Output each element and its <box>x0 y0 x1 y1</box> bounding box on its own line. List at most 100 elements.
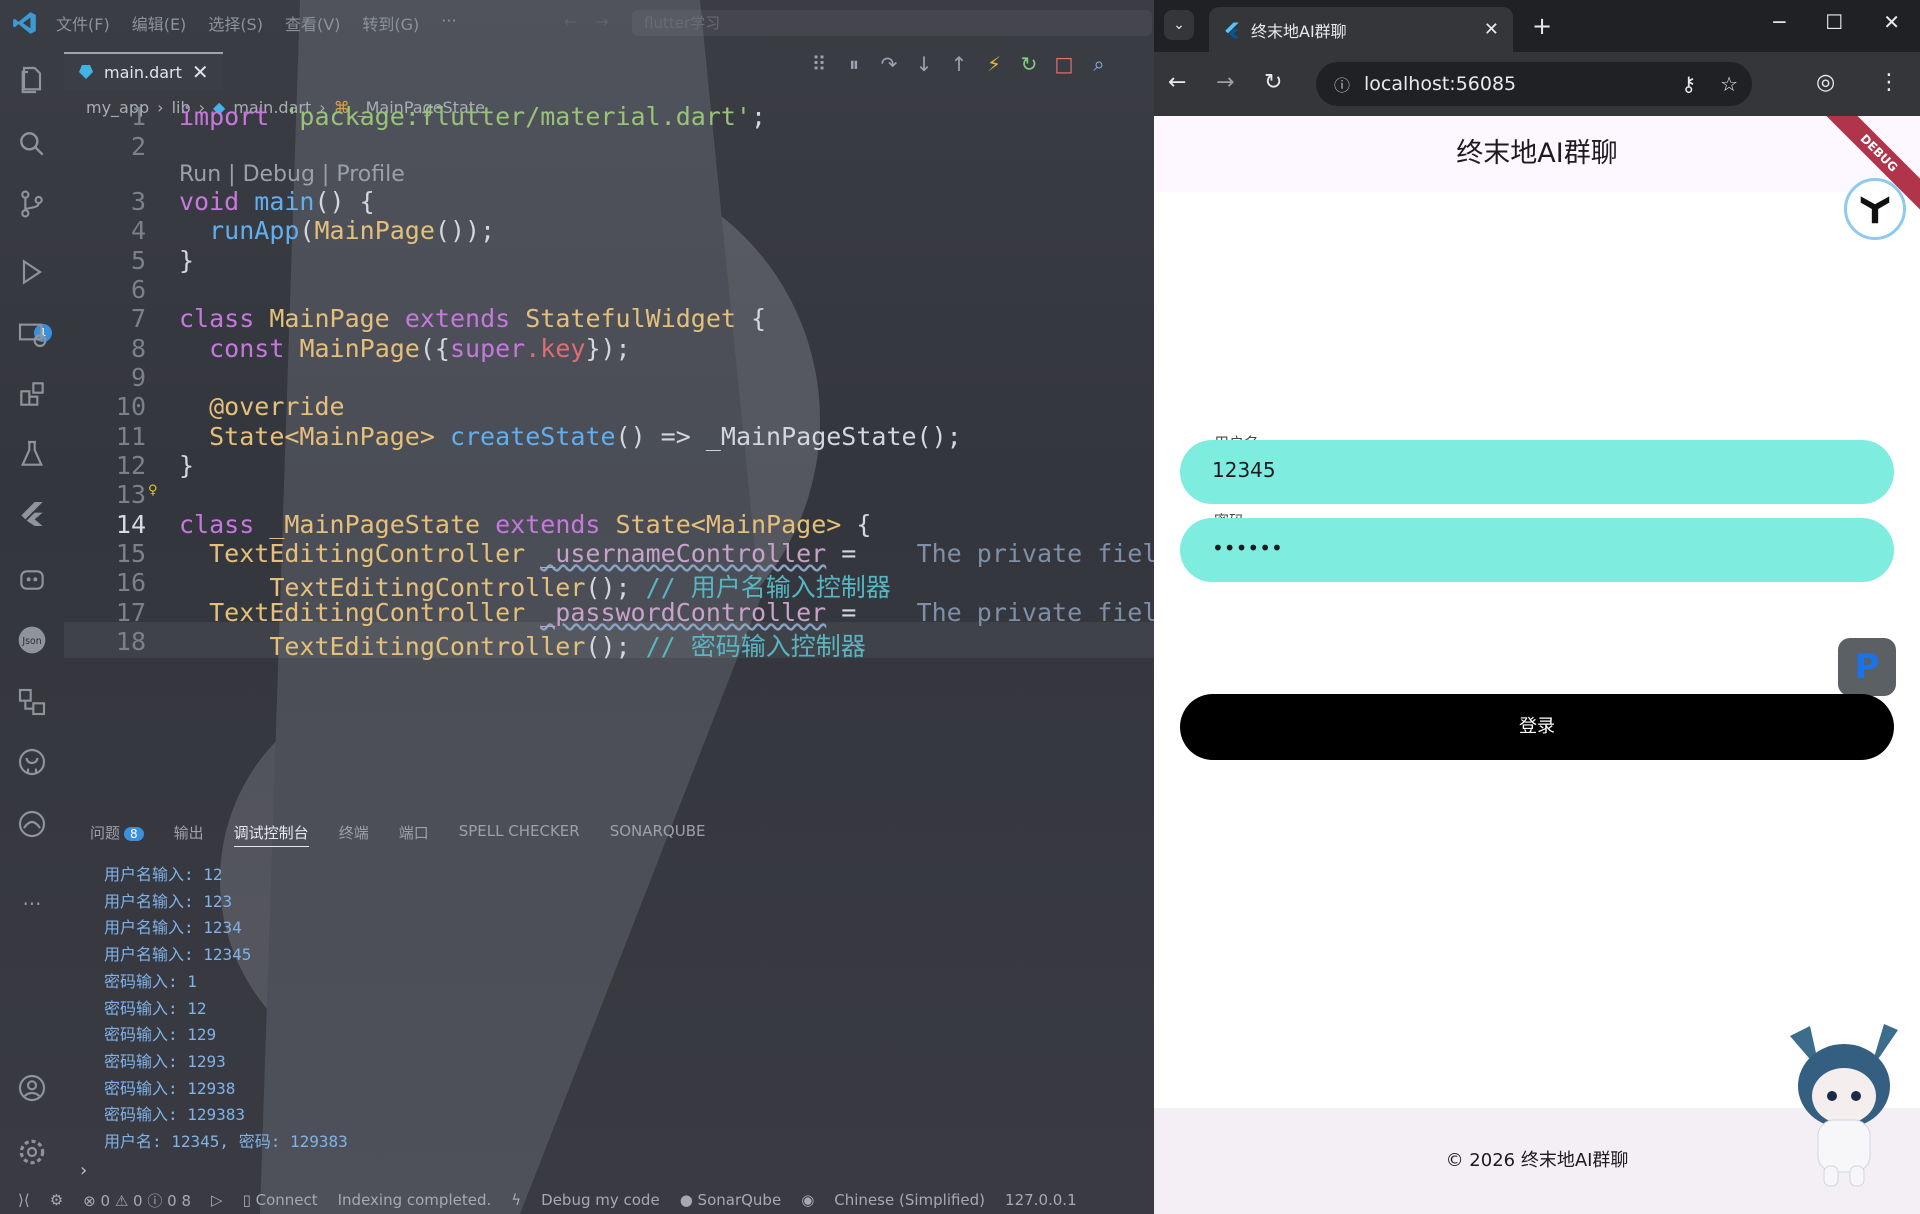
forward-icon[interactable]: → <box>1216 70 1234 95</box>
step-into-icon[interactable]: ↓ <box>913 52 935 76</box>
menu-file[interactable]: 文件(F) <box>56 11 110 35</box>
settings-gear-icon[interactable] <box>16 1136 48 1168</box>
remote-icon[interactable] <box>16 808 48 840</box>
menu-go[interactable]: 转到(G) <box>362 11 419 35</box>
login-button[interactable]: 登录 <box>1180 694 1894 760</box>
menu-edit[interactable]: 编辑(E) <box>132 11 187 35</box>
source-control-icon[interactable] <box>16 188 48 220</box>
tab-debug-console[interactable]: 调试控制台 <box>233 822 309 847</box>
code-lens[interactable]: Run | Debug | Profile <box>179 162 405 187</box>
flutter-outline-icon[interactable] <box>16 498 48 530</box>
app-logo[interactable] <box>1844 178 1906 240</box>
menu-selection[interactable]: 选择(S) <box>208 11 263 35</box>
bookmark-star-icon[interactable]: ☆ <box>1720 72 1738 96</box>
maximize-icon[interactable]: ☐ <box>1825 10 1843 34</box>
language-status[interactable]: Chinese (Simplified) <box>834 1191 985 1209</box>
code-line: } <box>179 451 195 480</box>
tab-search-chevron-icon[interactable]: ⌄ <box>1164 10 1194 40</box>
console-line: 密码输入: 129 <box>104 1025 217 1045</box>
code-editor[interactable]: 1 2 3 4 5 6 7 8 9 10 11 12 13 14 15 16 1… <box>64 102 1154 808</box>
menu-view[interactable]: 查看(V) <box>285 11 340 35</box>
new-tab-icon[interactable]: + <box>1532 12 1552 40</box>
line-number: 9 <box>130 363 146 392</box>
hot-reload-icon[interactable]: ⚡ <box>983 52 1005 76</box>
password-field[interactable]: •••••• <box>1180 518 1894 582</box>
restart-icon[interactable]: ↻ <box>1018 52 1040 76</box>
line-number: 3 <box>130 187 146 216</box>
menu-more[interactable]: ··· <box>441 11 456 35</box>
tab-output[interactable]: 输出 <box>174 822 204 847</box>
json-icon[interactable]: Json <box>16 624 48 656</box>
command-center-search[interactable]: flutter学习 <box>632 10 1152 36</box>
console-line: 密码输入: 1293 <box>104 1051 226 1071</box>
indexing-status: Indexing completed. <box>337 1191 492 1209</box>
run-debug-icon[interactable] <box>16 256 48 288</box>
svg-text:Json: Json <box>21 636 41 647</box>
step-over-icon[interactable]: ↷ <box>878 52 900 76</box>
console-line: 用户名: 12345, 密码: 129383 <box>104 1132 348 1152</box>
password-manager-icon[interactable]: P <box>1838 638 1896 696</box>
tab-ports[interactable]: 端口 <box>399 822 429 847</box>
connect-status[interactable]: ▯ Connect <box>243 1191 318 1209</box>
copilot-icon[interactable] <box>16 562 48 594</box>
line-number: 15 <box>115 539 146 568</box>
vscode-window: 文件(F) 编辑(E) 选择(S) 查看(V) 转到(G) ··· ← → fl… <box>0 0 1154 1214</box>
back-arrow-icon[interactable]: ← <box>564 12 577 31</box>
explorer-icon[interactable] <box>16 64 48 96</box>
lightbulb-icon[interactable]: ♀ <box>148 480 158 499</box>
console-input-chevron-icon[interactable]: › <box>80 1160 87 1181</box>
console-line: 密码输入: 129383 <box>104 1105 246 1125</box>
reload-icon[interactable]: ↻ <box>1264 70 1282 95</box>
minimize-icon[interactable]: ─ <box>1773 10 1785 34</box>
run-icon[interactable]: ▷ <box>211 1191 223 1209</box>
browser-tab-title: 终末地AI群聊 <box>1251 21 1347 41</box>
debug-icon[interactable]: ⚙ <box>50 1191 63 1209</box>
tab-spell-checker[interactable]: SPELL CHECKER <box>459 822 580 847</box>
console-line: 密码输入: 12938 <box>104 1078 236 1098</box>
code-line: const MainPage({super.key}); <box>209 334 631 363</box>
close-window-icon[interactable]: ✕ <box>1883 10 1900 34</box>
account-icon[interactable] <box>16 1072 48 1104</box>
profile-icon[interactable]: ◎ <box>1816 70 1835 95</box>
inspect-widget-icon[interactable]: ⌕ <box>1088 52 1110 76</box>
username-field[interactable]: 12345 <box>1180 440 1894 504</box>
debug-console-output: 用户名输入: 12 用户名输入: 123 用户名输入: 1234 用户名输入: … <box>104 862 348 1156</box>
structure-icon[interactable] <box>16 686 48 718</box>
extensions-icon[interactable] <box>16 378 48 410</box>
close-icon[interactable]: ✕ <box>192 60 209 84</box>
remote-explorer-icon[interactable] <box>16 318 48 350</box>
line-number: 8 <box>130 334 146 363</box>
step-out-icon[interactable]: ↑ <box>948 52 970 76</box>
site-info-icon[interactable]: ⓘ <box>1334 72 1350 96</box>
testing-icon[interactable] <box>16 438 48 470</box>
stop-icon[interactable]: □ <box>1053 52 1075 76</box>
vscode-logo-icon <box>13 12 36 34</box>
remote-indicator-icon[interactable]: ⟩⟨ <box>18 1191 30 1209</box>
tab-problems[interactable]: 问题 8 <box>90 822 144 847</box>
line-number: 13 <box>115 480 146 509</box>
pause-icon[interactable]: ⏸ <box>843 52 865 76</box>
more-icon[interactable]: ··· <box>16 892 48 924</box>
close-tab-icon[interactable]: ✕ <box>1484 19 1499 40</box>
tab-terminal[interactable]: 终端 <box>339 822 369 847</box>
browser-tab[interactable]: 终末地AI群聊 ✕ <box>1209 7 1513 52</box>
eye-icon[interactable]: ◉ <box>801 1191 814 1209</box>
github-icon[interactable] <box>16 746 48 778</box>
activity-bar: 1 Json ··· <box>0 46 64 1214</box>
forward-arrow-icon[interactable]: → <box>595 12 608 31</box>
tab-main-dart[interactable]: main.dart ✕ <box>64 52 223 90</box>
line-number: 17 <box>115 598 146 627</box>
address-bar[interactable]: ⓘ localhost:56085 ⚷ ☆ <box>1316 62 1752 106</box>
window-controls: ─ ☐ ✕ <box>1773 10 1920 34</box>
problems-status[interactable]: ⊗ 0 ⚠ 0 ⓘ 0 8 <box>83 1190 191 1211</box>
more-menu-icon[interactable]: ⋮ <box>1878 70 1900 95</box>
host-status[interactable]: 127.0.0.1 <box>1005 1191 1077 1209</box>
back-icon[interactable]: ← <box>1168 70 1186 95</box>
search-icon[interactable] <box>16 128 48 160</box>
tab-sonarqube[interactable]: SONARQUBE <box>610 822 706 847</box>
debug-mode-status[interactable]: Debug my code <box>541 1191 660 1209</box>
sonarqube-status[interactable]: ● SonarQube <box>680 1191 782 1209</box>
console-line: 用户名输入: 123 <box>104 891 233 911</box>
password-key-icon[interactable]: ⚷ <box>1681 72 1696 96</box>
drag-handle-icon[interactable]: ⠿ <box>808 52 830 76</box>
